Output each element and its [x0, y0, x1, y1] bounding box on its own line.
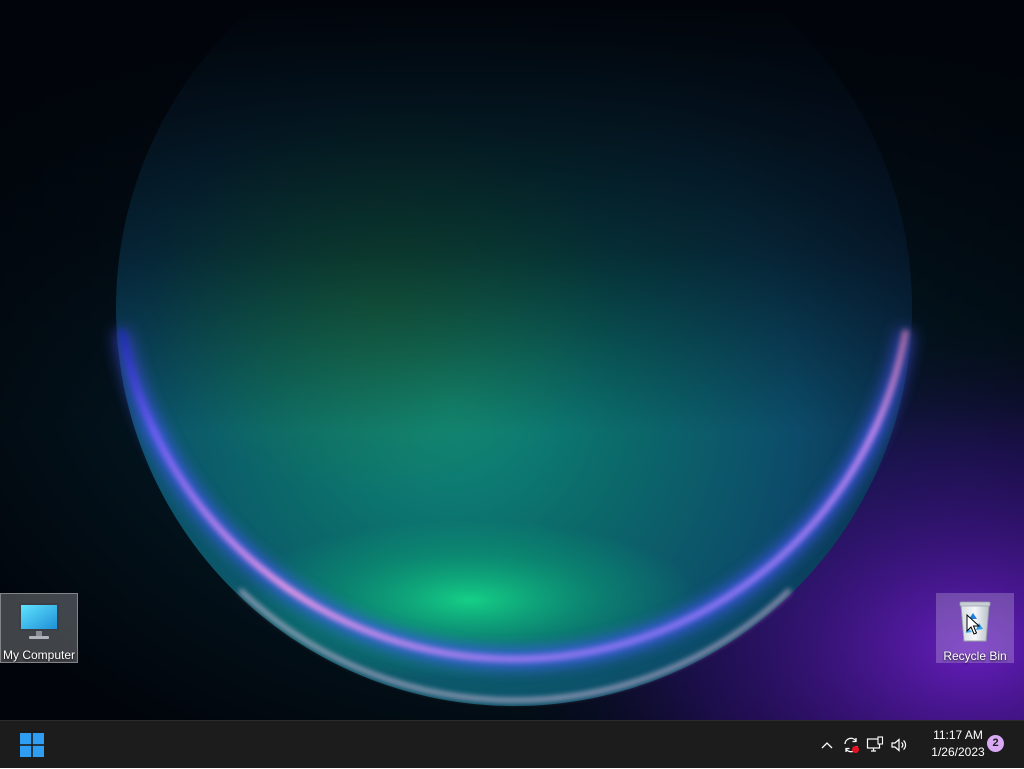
chevron-up-icon — [821, 742, 833, 749]
clock-time: 11:17 AM — [933, 728, 983, 742]
network-icon — [866, 736, 884, 752]
volume-icon — [891, 738, 907, 752]
my-computer-shortcut[interactable]: My Computer — [0, 593, 78, 663]
clock-date: 1/26/2023 — [931, 745, 985, 759]
monitor-icon — [15, 598, 63, 644]
my-computer-label: My Computer — [2, 648, 76, 662]
taskbar: 11:17 AM 1/26/2023 — [0, 720, 1024, 768]
desktop[interactable]: My Computer Recycle Bin — [0, 0, 1024, 720]
volume-button[interactable] — [887, 725, 911, 765]
mouse-pointer-icon — [966, 614, 980, 635]
notification-badge[interactable]: 2 — [987, 735, 1004, 752]
sync-error-icon — [844, 737, 859, 753]
clock-button[interactable]: 11:17 AM 1/26/2023 — [920, 727, 996, 763]
show-hidden-icons-button[interactable] — [815, 725, 839, 765]
sync-status-button[interactable] — [839, 725, 863, 765]
windows-logo-icon — [20, 733, 44, 757]
network-button[interactable] — [863, 725, 887, 765]
system-tray — [815, 721, 911, 769]
wallpaper — [0, 0, 1024, 720]
recycle-bin-label: Recycle Bin — [943, 649, 1007, 663]
start-button[interactable] — [12, 725, 52, 765]
